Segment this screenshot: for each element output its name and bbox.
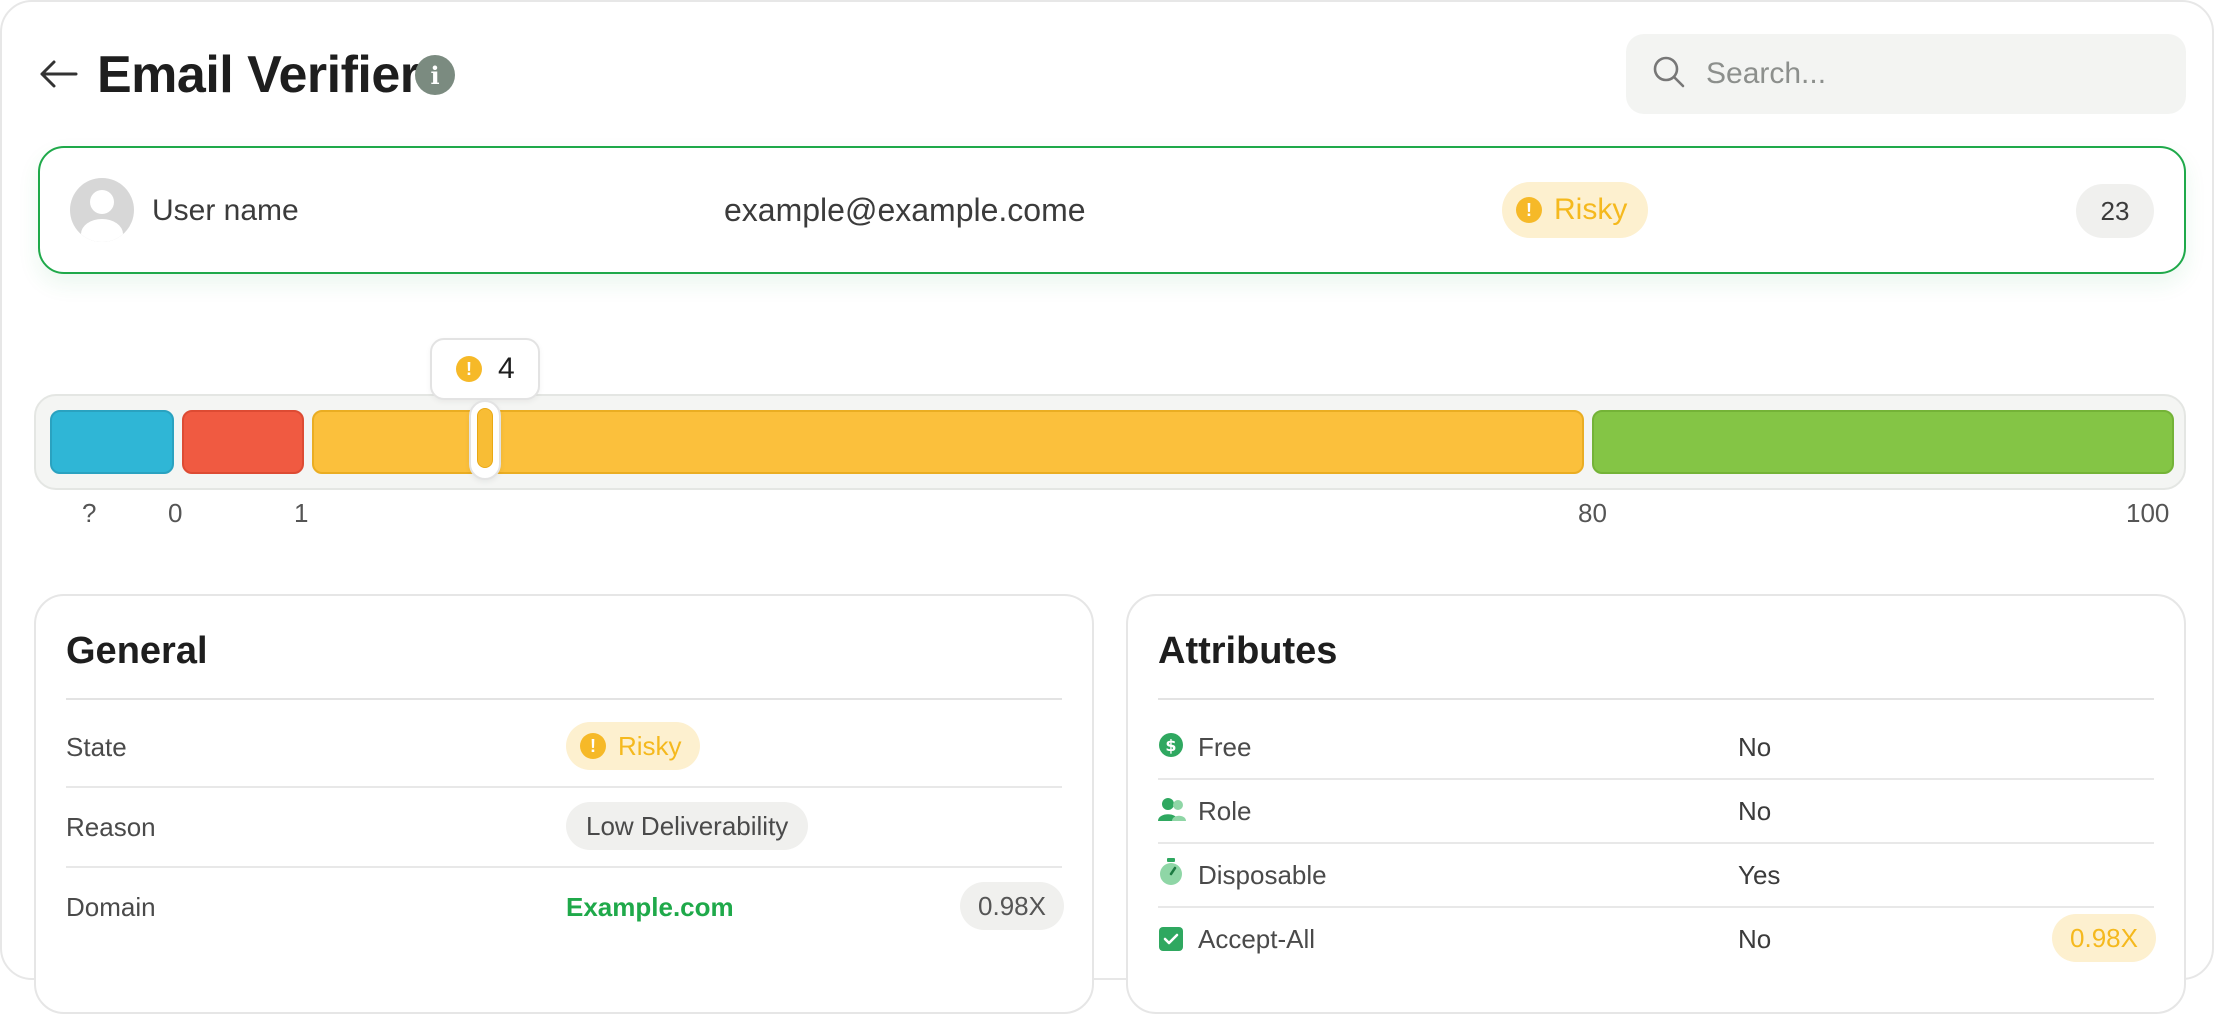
score-marker-handle[interactable] — [469, 400, 501, 480]
user-name: User name — [152, 194, 299, 227]
page-title: Email Verifier — [97, 46, 420, 104]
score-tick: 0 — [168, 498, 183, 528]
count-badge: 23 — [2076, 184, 2154, 238]
arrow-left-icon[interactable] — [36, 54, 80, 94]
attributes-title: Attributes — [1158, 630, 1338, 672]
score-tick: 80 — [1578, 498, 1607, 528]
divider — [1158, 842, 2154, 844]
multiplier-badge: 0.98X — [960, 882, 1064, 930]
attributes-panel: Attributes $ Free No Role No Disposable … — [1126, 594, 2186, 1014]
warning-icon: ! — [1516, 197, 1542, 223]
warning-icon: ! — [456, 356, 482, 382]
domain-link[interactable]: Example.com — [566, 892, 734, 923]
search-icon — [1652, 55, 1686, 94]
attribute-value: No — [1738, 796, 1772, 826]
divider — [1158, 698, 2154, 700]
user-email: example@example.come — [724, 192, 1086, 228]
search-input[interactable] — [1704, 56, 2168, 92]
check-square-icon — [1158, 926, 1184, 952]
general-row-label: Reason — [66, 812, 156, 842]
general-row-label: State — [66, 732, 127, 762]
avatar — [70, 178, 134, 242]
divider — [66, 698, 1062, 700]
search-box[interactable] — [1626, 34, 2186, 114]
attribute-label: Accept-All — [1198, 924, 1316, 954]
score-tick: 1 — [294, 498, 309, 528]
general-row-label: Domain — [66, 892, 156, 922]
attribute-label: Disposable — [1198, 860, 1327, 890]
divider — [66, 866, 1062, 868]
dollar-coin-icon: $ — [1158, 732, 1184, 758]
user-card[interactable]: User name example@example.come ! Risky 2… — [38, 146, 2186, 274]
reason-badge: Low Deliverability — [566, 802, 809, 850]
general-title: General — [66, 630, 208, 672]
score-segment-risky — [312, 410, 1584, 474]
score-segment-valid — [1592, 410, 2174, 474]
score-segment-unknown — [50, 410, 174, 474]
multiplier-badge: 0.98X — [2052, 914, 2156, 962]
status-badge: ! Risky — [1502, 182, 1648, 238]
svg-text:$: $ — [1165, 736, 1176, 755]
divider — [66, 786, 1062, 788]
attribute-value: Yes — [1738, 860, 1781, 890]
attribute-label: Free — [1198, 732, 1252, 762]
score-segment-invalid — [182, 410, 304, 474]
state-badge: ! Risky — [566, 722, 700, 770]
app-window: Email Verifier i User name example@examp… — [0, 0, 2214, 1014]
state-badge-label: Risky — [618, 730, 682, 761]
general-panel: General State ! Risky Reason Low Deliver… — [34, 594, 1094, 1014]
reason-badge-label: Low Deliverability — [586, 810, 789, 841]
attribute-value: No — [1738, 732, 1772, 762]
score-bar — [34, 394, 2186, 490]
score-marker-tooltip: ! 4 — [430, 338, 540, 400]
info-icon[interactable]: i — [415, 55, 455, 95]
score-tick: 100 — [2126, 498, 2170, 528]
attribute-value: No — [1738, 924, 1772, 954]
score-marker-value: 4 — [498, 352, 515, 385]
divider — [1158, 906, 2154, 908]
status-badge-label: Risky — [1554, 193, 1628, 226]
stopwatch-icon — [1158, 858, 1184, 885]
warning-icon: ! — [580, 733, 606, 759]
score-tick: ? — [82, 498, 97, 528]
attribute-label: Role — [1198, 796, 1252, 826]
users-icon — [1158, 796, 1186, 822]
divider — [1158, 778, 2154, 780]
